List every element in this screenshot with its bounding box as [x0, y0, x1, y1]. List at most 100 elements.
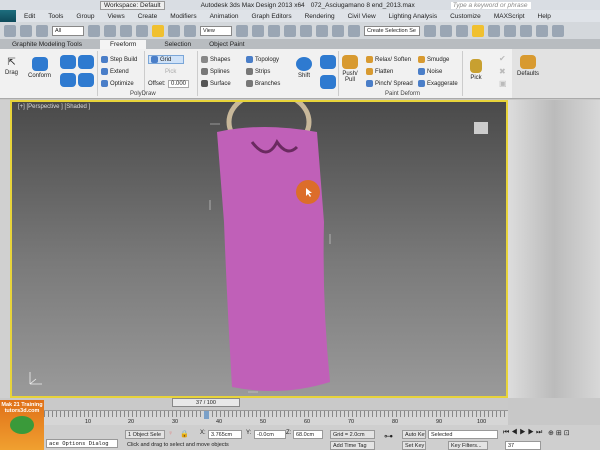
- menu-customize[interactable]: Customize: [450, 13, 481, 20]
- menu-maxscript[interactable]: MAXScript: [494, 13, 525, 20]
- auto-key-button[interactable]: Auto Key: [402, 430, 426, 439]
- smudge-button[interactable]: Smudge: [418, 56, 449, 63]
- shift-options-icon[interactable]: [320, 55, 336, 69]
- perspective-viewport[interactable]: [+] [Perspective ] [Shaded ]: [10, 100, 508, 398]
- tab-graphite-modeling-tools[interactable]: Graphite Modeling Tools: [12, 41, 82, 48]
- window-crossing-icon[interactable]: [136, 24, 148, 37]
- lock-icon[interactable]: 🔒: [180, 430, 189, 438]
- menu-rendering[interactable]: Rendering: [305, 13, 335, 20]
- selection-region-icon[interactable]: [120, 24, 132, 37]
- conform-button[interactable]: Conform: [28, 57, 51, 79]
- flatten-button[interactable]: Flatten: [366, 68, 393, 75]
- shift-button[interactable]: Shift: [296, 57, 312, 79]
- pick-button[interactable]: Pick: [470, 59, 482, 81]
- spinner-snap-icon[interactable]: [332, 24, 344, 37]
- link-icon[interactable]: [4, 24, 16, 37]
- select-object-icon[interactable]: [88, 24, 100, 37]
- snap-toggle-icon[interactable]: [284, 24, 296, 37]
- rotate-icon[interactable]: [168, 24, 180, 37]
- push-pull-button[interactable]: Push/ Pull: [342, 55, 358, 83]
- rendered-frame-icon[interactable]: [552, 24, 564, 37]
- playback-controls[interactable]: ⏮◀▶▶⏭: [503, 429, 544, 437]
- percent-snap-icon[interactable]: [316, 24, 328, 37]
- splines-button[interactable]: Splines: [201, 68, 230, 75]
- tab-object-paint[interactable]: Object Paint: [209, 41, 244, 48]
- edit-named-selection-icon[interactable]: [348, 24, 360, 37]
- strips-button[interactable]: Strips: [246, 68, 270, 75]
- add-time-tag-button[interactable]: Add Time Tag: [330, 441, 375, 450]
- layer-manager-icon[interactable]: [456, 24, 468, 37]
- branches-button[interactable]: Branches: [246, 80, 280, 87]
- y-coordinate-field[interactable]: -0.0cm: [254, 430, 286, 439]
- topology-button[interactable]: Topology: [246, 56, 279, 63]
- align-icon[interactable]: [440, 24, 452, 37]
- z-coordinate-field[interactable]: 68.0cm: [293, 430, 323, 439]
- step-build-button[interactable]: Step Build: [101, 56, 137, 63]
- material-editor-icon[interactable]: [520, 24, 532, 37]
- reference-coordinate-dropdown[interactable]: View: [200, 25, 232, 36]
- conform-brush-icon[interactable]: [60, 55, 76, 69]
- menu-help[interactable]: Help: [538, 13, 551, 20]
- conform-revert-icon[interactable]: [78, 73, 94, 87]
- shapes-button[interactable]: Shapes: [201, 56, 230, 63]
- maxscript-listener[interactable]: ace Options Dialog: [46, 439, 118, 448]
- menu-lighting-analysis[interactable]: Lighting Analysis: [389, 13, 437, 20]
- unlink-icon[interactable]: [20, 24, 32, 37]
- key-filters-button[interactable]: Key Filters...: [448, 441, 488, 450]
- viewport-navigation-icons[interactable]: ⊕⊞⊡: [548, 429, 572, 437]
- set-key-button[interactable]: Set Key: [402, 441, 426, 450]
- workspace-dropdown[interactable]: Workspace: Default: [100, 0, 165, 10]
- shift-rotate-icon[interactable]: [320, 75, 336, 89]
- named-selection-dropdown[interactable]: Create Selection Se: [364, 25, 420, 36]
- command-panel[interactable]: [508, 100, 600, 398]
- paste-icon[interactable]: ▣: [499, 79, 507, 88]
- menu-tools[interactable]: Tools: [48, 13, 63, 20]
- curve-editor-icon[interactable]: [488, 24, 500, 37]
- polydraw-panel-label[interactable]: PolyDraw: [130, 91, 156, 97]
- time-slider[interactable]: 37 / 100: [0, 398, 508, 410]
- time-slider-thumb[interactable]: 37 / 100: [172, 398, 240, 407]
- x-coordinate-field[interactable]: 3.765cm: [208, 430, 242, 439]
- conform-move-icon[interactable]: [78, 55, 94, 69]
- surface-button[interactable]: Surface: [201, 80, 231, 87]
- current-frame-field[interactable]: 37: [505, 441, 541, 450]
- schematic-view-icon[interactable]: [504, 24, 516, 37]
- move-icon[interactable]: [152, 24, 164, 37]
- exaggerate-button[interactable]: Exaggerate: [418, 80, 458, 87]
- menu-civil-view[interactable]: Civil View: [348, 13, 376, 20]
- render-setup-icon[interactable]: [536, 24, 548, 37]
- menu-group[interactable]: Group: [76, 13, 94, 20]
- pivot-center-icon[interactable]: [236, 24, 248, 37]
- key-mode-dropdown[interactable]: Selected: [428, 430, 498, 439]
- optimize-button[interactable]: Optimize: [101, 80, 134, 87]
- graphite-toggle-icon[interactable]: [472, 24, 484, 37]
- timeline-track[interactable]: 10 20 30 40 50 60 70 80 90 100: [0, 410, 508, 425]
- tab-freeform[interactable]: Freeform: [99, 39, 147, 49]
- bind-space-warp-icon[interactable]: [36, 24, 48, 37]
- search-input[interactable]: Type a keyword or phrase: [450, 1, 531, 9]
- menu-graph-editors[interactable]: Graph Editors: [252, 13, 292, 20]
- select-by-name-icon[interactable]: [104, 24, 116, 37]
- selection-filter-dropdown[interactable]: All: [52, 25, 84, 36]
- current-frame-marker[interactable]: [204, 411, 209, 419]
- conform-relax-icon[interactable]: [60, 73, 76, 87]
- relax-soften-button[interactable]: Relax/ Soften: [366, 56, 411, 63]
- check-icon[interactable]: ✔: [499, 54, 506, 63]
- viewcube-icon[interactable]: [474, 122, 488, 134]
- mirror-icon[interactable]: [424, 24, 436, 37]
- drag-button[interactable]: ⇱ Drag: [5, 57, 18, 76]
- tab-selection[interactable]: Selection: [164, 41, 191, 48]
- pick-grid-button[interactable]: Pick: [165, 69, 176, 75]
- menu-views[interactable]: Views: [107, 13, 124, 20]
- grid-button[interactable]: Grid: [148, 55, 185, 64]
- keyboard-shortcut-icon[interactable]: [268, 24, 280, 37]
- key-icon[interactable]: ⊶: [384, 431, 393, 442]
- menu-create[interactable]: Create: [138, 13, 158, 20]
- menu-edit[interactable]: Edit: [24, 13, 35, 20]
- isolate-icon[interactable]: ♀: [168, 430, 173, 437]
- pinch-spread-button[interactable]: Pinch/ Spread: [366, 80, 413, 87]
- menu-modifiers[interactable]: Modifiers: [170, 13, 196, 20]
- noise-button[interactable]: Noise: [418, 68, 442, 75]
- manipulate-icon[interactable]: [252, 24, 264, 37]
- menu-animation[interactable]: Animation: [210, 13, 239, 20]
